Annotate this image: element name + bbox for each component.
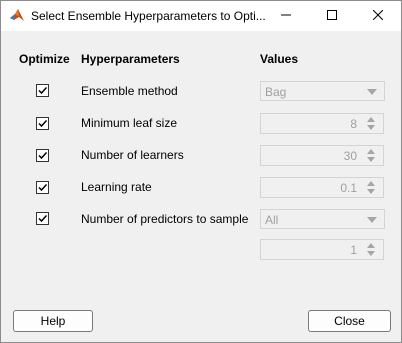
number-of-learners-value: 30 bbox=[343, 149, 357, 163]
maximize-icon bbox=[327, 9, 337, 23]
help-button[interactable]: Help bbox=[13, 310, 93, 332]
chevron-down-icon bbox=[367, 217, 377, 223]
values-header: Values bbox=[260, 52, 299, 66]
number-of-predictors-dropdown[interactable]: All bbox=[260, 209, 385, 229]
learning-rate-spinner[interactable]: 0.1 bbox=[260, 177, 384, 198]
spinner-up-icon[interactable] bbox=[367, 181, 375, 186]
optimize-checkbox-number-of-learners[interactable] bbox=[36, 149, 49, 162]
optimize-checkbox-minimum-leaf-size[interactable] bbox=[36, 117, 49, 130]
close-window-button[interactable] bbox=[355, 1, 401, 31]
optimize-header: Optimize bbox=[19, 52, 70, 66]
close-button-label: Close bbox=[334, 314, 365, 328]
title-bar: Select Ensemble Hyperparameters to Opti.… bbox=[1, 1, 401, 31]
maximize-button[interactable] bbox=[309, 1, 355, 31]
spinner-down-icon[interactable] bbox=[367, 125, 375, 130]
help-button-label: Help bbox=[40, 314, 66, 328]
minimum-leaf-size-spinner[interactable]: 8 bbox=[260, 113, 384, 134]
spinner-down-icon[interactable] bbox=[367, 189, 375, 194]
spinner-down-icon[interactable] bbox=[367, 157, 375, 162]
chevron-down-icon bbox=[367, 89, 377, 95]
dialog-body: Optimize Hyperparameters Values Ensemble… bbox=[1, 31, 401, 342]
optimize-checkbox-number-of-predictors[interactable] bbox=[36, 212, 49, 225]
number-of-predictors-count: 1 bbox=[350, 243, 357, 257]
dialog-window: Select Ensemble Hyperparameters to Opti.… bbox=[0, 0, 402, 343]
matlab-icon bbox=[9, 8, 25, 24]
minimize-button[interactable] bbox=[263, 1, 309, 31]
learning-rate-value: 0.1 bbox=[340, 181, 357, 195]
minimize-icon bbox=[281, 9, 291, 23]
number-of-learners-spinner[interactable]: 30 bbox=[260, 145, 384, 166]
label-minimum-leaf-size: Minimum leaf size bbox=[81, 116, 178, 130]
number-of-predictors-spinner[interactable]: 1 bbox=[260, 239, 384, 260]
label-learning-rate: Learning rate bbox=[81, 180, 152, 194]
ensemble-method-dropdown[interactable]: Bag bbox=[260, 81, 385, 101]
label-number-of-predictors: Number of predictors to sample bbox=[81, 212, 249, 226]
optimize-checkbox-learning-rate[interactable] bbox=[36, 181, 49, 194]
number-of-predictors-value: All bbox=[265, 213, 279, 227]
hyperparameters-header: Hyperparameters bbox=[81, 52, 180, 66]
spinner-up-icon[interactable] bbox=[367, 149, 375, 154]
ensemble-method-value: Bag bbox=[265, 85, 287, 99]
close-icon bbox=[372, 9, 384, 23]
spinner-down-icon[interactable] bbox=[367, 251, 375, 256]
label-ensemble-method: Ensemble method bbox=[81, 84, 178, 98]
spinner-up-icon[interactable] bbox=[367, 243, 375, 248]
minimum-leaf-size-value: 8 bbox=[350, 117, 357, 131]
close-button[interactable]: Close bbox=[308, 310, 391, 332]
spinner-up-icon[interactable] bbox=[367, 117, 375, 122]
optimize-checkbox-ensemble-method[interactable] bbox=[36, 84, 49, 97]
label-number-of-learners: Number of learners bbox=[81, 148, 184, 162]
window-title: Select Ensemble Hyperparameters to Opti.… bbox=[31, 9, 266, 23]
